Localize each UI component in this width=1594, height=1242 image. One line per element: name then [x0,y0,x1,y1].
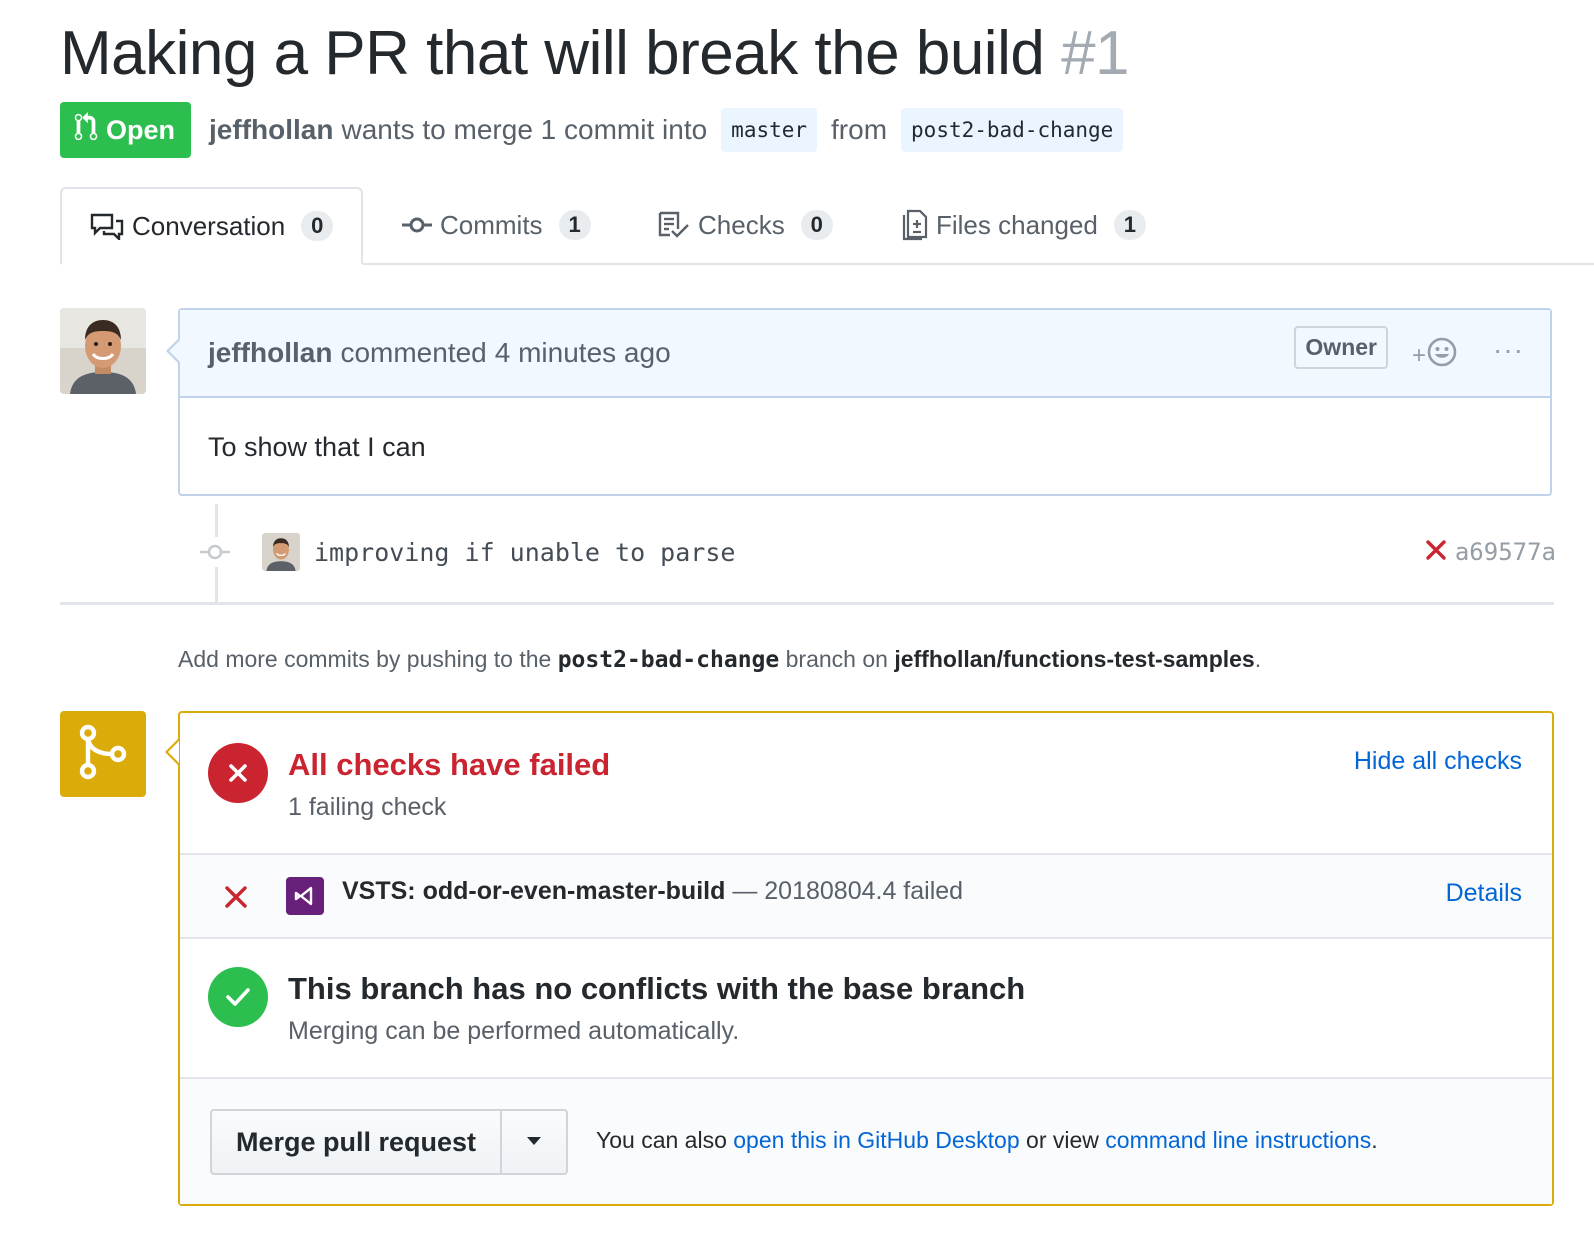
checks-title: All checks have failed [288,747,611,782]
merge-box: All checks have failed 1 failing check H… [165,711,1554,1206]
conflicts-status: This branch has no conflicts with the ba… [180,939,1552,1079]
success-icon [208,967,268,1027]
checks-subtitle: 1 failing check [288,793,447,821]
checks-summary: All checks have failed 1 failing check H… [180,713,1552,855]
push-note-suffix: . [1254,646,1262,672]
check-name: VSTS: odd-or-even-master-build [342,877,726,905]
smiley-icon [1426,336,1458,375]
merge-alternatives: You can also open this in GitHub Desktop… [596,1127,1378,1154]
pr-title-text: Making a PR that will break the build [60,19,1045,88]
pr-meta: Open jeffhollan wants to merge 1 commit … [60,102,1129,158]
pr-author-link[interactable]: jeffhollan [209,114,333,146]
check-description: 20180804.4 failed [764,877,964,905]
tab-files-changed-label: Files changed [936,209,1098,240]
timeline-divider [60,602,1554,605]
caret-down-icon [526,1133,542,1151]
conflicts-subtitle: Merging can be performed automatically. [288,1017,740,1045]
tab-checks-label: Checks [698,209,785,240]
x-icon [224,885,248,914]
comment-discussion-icon [90,212,124,240]
merge-pull-request-button[interactable]: Merge pull request [212,1111,503,1173]
x-icon[interactable] [1425,539,1447,566]
check-separator: — [732,877,758,905]
hide-all-checks-link[interactable]: Hide all checks [1354,747,1522,776]
pr-state-badge: Open [60,102,192,158]
check-item-text: VSTS: odd-or-even-master-build — 2018080… [342,877,963,906]
reaction-plus: + [1411,341,1426,369]
tab-commits-count: 1 [558,210,591,240]
tab-checks[interactable]: Checks 0 [658,187,833,263]
pr-number: #1 [1061,19,1130,88]
head-branch[interactable]: post2-bad-change [901,108,1124,152]
merge-actions: Merge pull request You can also open thi… [180,1079,1552,1204]
open-github-desktop-link[interactable]: open this in GitHub Desktop [733,1127,1019,1153]
git-pull-request-icon [74,111,98,149]
check-list: VSTS: odd-or-even-master-build — 2018080… [180,855,1552,939]
author-avatar[interactable] [60,308,146,394]
merge-text: wants to merge 1 commit into [341,114,708,145]
push-note-branch: post2-bad-change [557,647,780,673]
tab-checks-count: 0 [800,210,833,240]
push-note: Add more commits by pushing to the post2… [178,646,1261,673]
base-branch[interactable]: master [721,108,818,152]
git-commit-icon [200,537,230,567]
command-line-instructions-link[interactable]: command line instructions [1105,1127,1371,1153]
alt-middle: or view [1026,1127,1099,1153]
comment-author-link[interactable]: jeffhollan [208,337,332,369]
check-details-link[interactable]: Details [1446,879,1522,908]
tab-files-changed[interactable]: Files changed 1 [902,187,1146,263]
commit-message-link[interactable]: improving if unable to parse [314,538,735,567]
comment-action: commented [340,337,487,368]
checklist-icon [658,211,690,239]
merge-button-group: Merge pull request [210,1109,569,1175]
merge-status-icon [60,711,146,797]
failure-icon [208,743,268,803]
pr-tabs: Conversation 0 Commits 1 Checks 0 Files … [60,187,1594,265]
visual-studio-logo-icon [286,877,324,915]
comment-box: jeffhollan commented 4 minutes ago Owner… [166,308,1552,496]
check-item: VSTS: odd-or-even-master-build — 2018080… [180,855,1552,937]
push-note-repo: jeffhollan/functions-test-samples [894,646,1255,672]
tab-conversation[interactable]: Conversation 0 [60,187,364,265]
add-reaction-button[interactable]: + [1412,336,1458,375]
alt-prefix: You can also [596,1127,727,1153]
pr-title: Making a PR that will break the build #1 [60,18,1130,90]
tab-files-changed-count: 1 [1113,210,1146,240]
git-merge-icon [78,724,128,785]
commit-status: a69577a [1425,538,1556,566]
tab-conversation-label: Conversation [132,210,286,241]
diff-icon [902,209,928,241]
tab-conversation-count: 0 [301,211,334,241]
from-text: from [831,114,888,145]
git-commit-icon [402,215,432,235]
conflicts-title: This branch has no conflicts with the ba… [288,971,1026,1006]
commit-author-avatar[interactable] [262,533,300,571]
tab-commits-label: Commits [440,209,543,240]
pr-state-label: Open [106,114,176,145]
alt-suffix: . [1371,1127,1378,1153]
tab-commits[interactable]: Commits 1 [402,187,591,263]
push-note-prefix: Add more commits by pushing to the [178,646,552,672]
comment-timestamp[interactable]: 4 minutes ago [495,337,671,369]
merge-method-dropdown[interactable] [502,1111,566,1173]
owner-label: Owner [1294,326,1388,369]
comment-body: To show that I can [208,432,426,462]
commit-sha-link[interactable]: a69577a [1455,538,1556,566]
timeline-commit: improving if unable to parse a69577a [200,530,1556,574]
comment-options-button[interactable]: ··· [1493,334,1524,366]
push-note-middle: branch on [785,646,888,672]
